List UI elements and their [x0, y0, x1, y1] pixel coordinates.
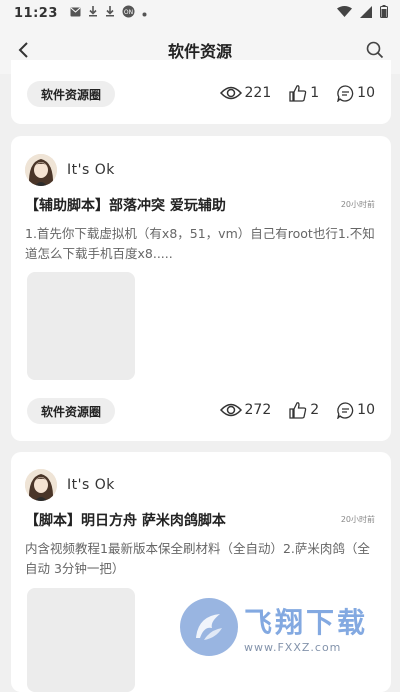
- avatar[interactable]: [25, 469, 57, 501]
- like-button[interactable]: 2: [289, 401, 319, 419]
- comment-icon: [337, 401, 354, 419]
- author-name[interactable]: It's Ok: [67, 162, 115, 178]
- post-stats: 221 1 10: [219, 84, 375, 102]
- page-title: 软件资源: [167, 42, 232, 61]
- mail-icon: [70, 7, 81, 20]
- post-card[interactable]: 软件资源圈 221 1 10: [11, 60, 391, 124]
- likes-count: 1: [310, 85, 320, 101]
- post-excerpt[interactable]: 内含视频教程1最新版本保全刷材料（全自动）2.萨米肉鸽（全自动 3分钟一把）: [25, 539, 377, 579]
- svg-text:ON: ON: [124, 9, 133, 16]
- post-title[interactable]: 【脚本】明日方舟 萨米肉鸽脚本: [25, 510, 226, 530]
- topic-tag[interactable]: 软件资源圈: [27, 81, 116, 107]
- views-stat: 221: [219, 85, 272, 101]
- signal-icon: [360, 5, 372, 22]
- post-card[interactable]: It's Ok 【辅助脚本】部落冲突 爱玩辅助 20小时前 1.首先你下载虚拟机…: [11, 136, 391, 441]
- comments-count: 10: [357, 85, 375, 101]
- watermark-url: www.FXXZ.com: [244, 640, 342, 654]
- watermark: 飞翔下载 www.FXXZ.com: [180, 594, 390, 660]
- download-icon: [88, 6, 98, 20]
- dot-icon: [142, 7, 147, 20]
- post-thumbnail[interactable]: [27, 272, 135, 380]
- status-bar: 11:23 ON: [0, 0, 400, 26]
- comment-icon: [337, 84, 354, 102]
- post-excerpt[interactable]: 1.首先你下载虚拟机（有x8，51，vm）自己有root也行1.不知道怎么下载手…: [25, 224, 377, 264]
- status-notification-icons: ON: [70, 5, 147, 21]
- avatar[interactable]: [25, 154, 57, 186]
- comments-count: 10: [357, 402, 375, 418]
- watermark-name: 飞翔下载: [244, 605, 369, 639]
- thumbs-up-icon: [289, 402, 307, 419]
- views-stat: 272: [219, 402, 272, 418]
- views-count: 272: [244, 402, 272, 418]
- post-author[interactable]: It's Ok: [25, 469, 115, 501]
- comment-button[interactable]: 10: [337, 84, 375, 102]
- status-time: 11:23: [14, 5, 58, 21]
- battery-icon: [380, 5, 388, 22]
- app-badge-icon: ON: [122, 5, 135, 21]
- post-title-text: 部落冲突 爱玩辅助: [109, 198, 226, 214]
- watermark-logo-icon: [180, 598, 238, 656]
- post-time: 20小时前: [340, 200, 375, 209]
- thumbs-up-icon: [289, 85, 307, 102]
- post-time: 20小时前: [340, 515, 375, 524]
- download-icon: [105, 6, 115, 20]
- search-icon: [366, 41, 384, 59]
- post-author[interactable]: It's Ok: [25, 154, 115, 186]
- views-count: 221: [244, 85, 272, 101]
- likes-count: 2: [310, 402, 320, 418]
- post-title-text: 明日方舟 萨米肉鸽脚本: [81, 513, 226, 529]
- topic-tag[interactable]: 软件资源圈: [27, 398, 116, 424]
- post-category: 【脚本】: [25, 513, 81, 529]
- post-category: 【辅助脚本】: [25, 198, 109, 214]
- comment-button[interactable]: 10: [337, 401, 375, 419]
- author-name[interactable]: It's Ok: [67, 477, 115, 493]
- like-button[interactable]: 1: [289, 84, 319, 102]
- eye-icon: [219, 86, 242, 100]
- chevron-left-icon: [18, 42, 28, 58]
- post-thumbnail[interactable]: [27, 588, 135, 692]
- wifi-icon: [337, 5, 352, 22]
- post-title[interactable]: 【辅助脚本】部落冲突 爱玩辅助: [25, 195, 226, 215]
- post-stats: 272 2 10: [219, 401, 375, 419]
- eye-icon: [219, 403, 242, 417]
